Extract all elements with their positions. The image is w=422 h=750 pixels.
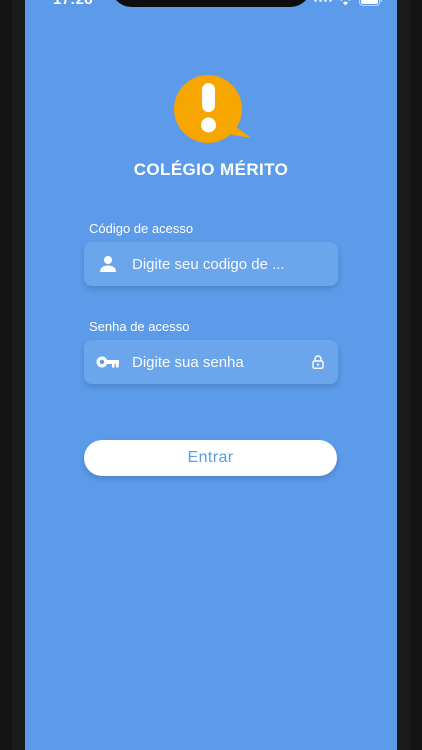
access-code-label: Código de acesso xyxy=(89,221,194,236)
password-input[interactable] xyxy=(132,340,298,384)
device-frame: 17:28 xyxy=(0,0,422,750)
access-code-field[interactable] xyxy=(84,242,338,286)
school-logo-icon xyxy=(170,73,254,143)
access-code-input[interactable] xyxy=(132,242,338,286)
lock-icon[interactable] xyxy=(298,355,338,369)
cellular-signal-icon xyxy=(314,0,332,2)
person-icon xyxy=(84,255,132,273)
battery-icon xyxy=(359,0,383,6)
login-button[interactable]: Entrar xyxy=(84,440,337,476)
app-screen: 17:28 xyxy=(25,0,397,750)
status-time: 17:28 xyxy=(53,0,93,8)
key-icon xyxy=(84,355,132,369)
password-field[interactable] xyxy=(84,340,338,384)
device-notch xyxy=(110,0,312,7)
wifi-icon xyxy=(338,0,353,6)
school-name: COLÉGIO MÉRITO xyxy=(133,160,289,179)
status-icons xyxy=(314,0,383,6)
password-label: Senha de acesso xyxy=(89,319,190,334)
